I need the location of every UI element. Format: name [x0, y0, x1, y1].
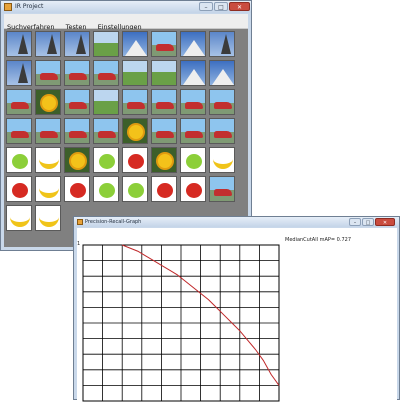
result-thumbnail-car[interactable]	[151, 89, 177, 115]
result-thumbnail-car[interactable]	[64, 60, 90, 86]
main-title-bar[interactable]: IR Project – □ ✕	[1, 1, 251, 13]
result-thumbnail-field[interactable]	[93, 89, 119, 115]
result-thumbnail-apple-green[interactable]	[180, 147, 206, 173]
java-app-icon	[4, 3, 12, 11]
result-thumbnail-flower[interactable]	[35, 89, 61, 115]
result-thumbnail-eiffel[interactable]	[64, 31, 90, 57]
result-thumbnail-eiffel[interactable]	[35, 31, 61, 57]
result-thumbnail-banana[interactable]	[35, 176, 61, 202]
result-thumbnail-car[interactable]	[35, 118, 61, 144]
result-thumbnail-car[interactable]	[93, 118, 119, 144]
result-thumbnail-car[interactable]	[93, 60, 119, 86]
y-axis-tick-label: 1	[77, 241, 81, 247]
result-thumbnail-apple-red[interactable]	[180, 176, 206, 202]
result-thumbnail-mountain[interactable]	[209, 60, 235, 86]
minimize-button[interactable]: –	[199, 2, 213, 11]
result-thumbnail-banana[interactable]	[6, 205, 32, 231]
map-label: MedianCutAll mAP= 0.727	[285, 237, 351, 243]
maximize-button[interactable]: □	[214, 2, 228, 11]
graph-window: Precision-Recall-Graph – □ ✕ MedianCutAl…	[73, 216, 400, 402]
result-thumbnail-field[interactable]	[122, 60, 148, 86]
result-thumbnail-car[interactable]	[209, 176, 235, 202]
precision-recall-chart	[82, 244, 280, 402]
graph-window-title: Precision-Recall-Graph	[85, 219, 142, 225]
result-thumbnail-flower[interactable]	[151, 147, 177, 173]
result-thumbnail-car[interactable]	[35, 60, 61, 86]
thumbnail-grid	[6, 31, 235, 231]
result-thumbnail-car[interactable]	[151, 118, 177, 144]
result-thumbnail-eiffel[interactable]	[6, 31, 32, 57]
close-button[interactable]: ✕	[229, 2, 250, 11]
result-thumbnail-flower[interactable]	[122, 118, 148, 144]
result-thumbnail-banana[interactable]	[35, 205, 61, 231]
result-thumbnail-field[interactable]	[93, 31, 119, 57]
menu-bar: Suchverfahren Testen Einstellungen	[4, 14, 248, 31]
graph-title-bar[interactable]: Precision-Recall-Graph – □ ✕	[74, 217, 399, 227]
result-thumbnail-eiffel[interactable]	[209, 31, 235, 57]
result-thumbnail-banana[interactable]	[35, 147, 61, 173]
result-thumbnail-car[interactable]	[209, 89, 235, 115]
result-thumbnail-car[interactable]	[64, 89, 90, 115]
result-thumbnail-banana[interactable]	[209, 147, 235, 173]
result-thumbnail-car[interactable]	[209, 118, 235, 144]
result-thumbnail-apple-red[interactable]	[151, 176, 177, 202]
result-thumbnail-field[interactable]	[151, 60, 177, 86]
result-thumbnail-car[interactable]	[180, 118, 206, 144]
result-thumbnail-apple-red[interactable]	[6, 176, 32, 202]
maximize-button[interactable]: □	[362, 218, 374, 226]
result-thumbnail-mountain[interactable]	[180, 60, 206, 86]
result-thumbnail-apple-green[interactable]	[122, 176, 148, 202]
result-thumbnail-apple-green[interactable]	[6, 147, 32, 173]
result-thumbnail-car[interactable]	[6, 89, 32, 115]
result-thumbnail-mountain[interactable]	[180, 31, 206, 57]
result-thumbnail-mountain[interactable]	[122, 31, 148, 57]
result-thumbnail-car[interactable]	[64, 118, 90, 144]
graph-canvas: MedianCutAll mAP= 0.727 1	[77, 228, 397, 402]
result-thumbnail-car[interactable]	[122, 89, 148, 115]
result-thumbnail-apple-red[interactable]	[122, 147, 148, 173]
close-button[interactable]: ✕	[375, 218, 395, 226]
minimize-button[interactable]: –	[349, 218, 361, 226]
result-thumbnail-flower[interactable]	[64, 147, 90, 173]
java-app-icon	[77, 219, 83, 225]
main-window-title: IR Project	[15, 3, 44, 10]
image-results-panel	[4, 29, 248, 247]
result-thumbnail-car[interactable]	[6, 118, 32, 144]
result-thumbnail-car[interactable]	[180, 89, 206, 115]
result-thumbnail-apple-red[interactable]	[64, 176, 90, 202]
result-thumbnail-eiffel[interactable]	[6, 60, 32, 86]
main-window: IR Project – □ ✕ Suchverfahren Testen Ei…	[0, 0, 252, 251]
result-thumbnail-apple-green[interactable]	[93, 176, 119, 202]
result-thumbnail-apple-green[interactable]	[93, 147, 119, 173]
result-thumbnail-car[interactable]	[151, 31, 177, 57]
